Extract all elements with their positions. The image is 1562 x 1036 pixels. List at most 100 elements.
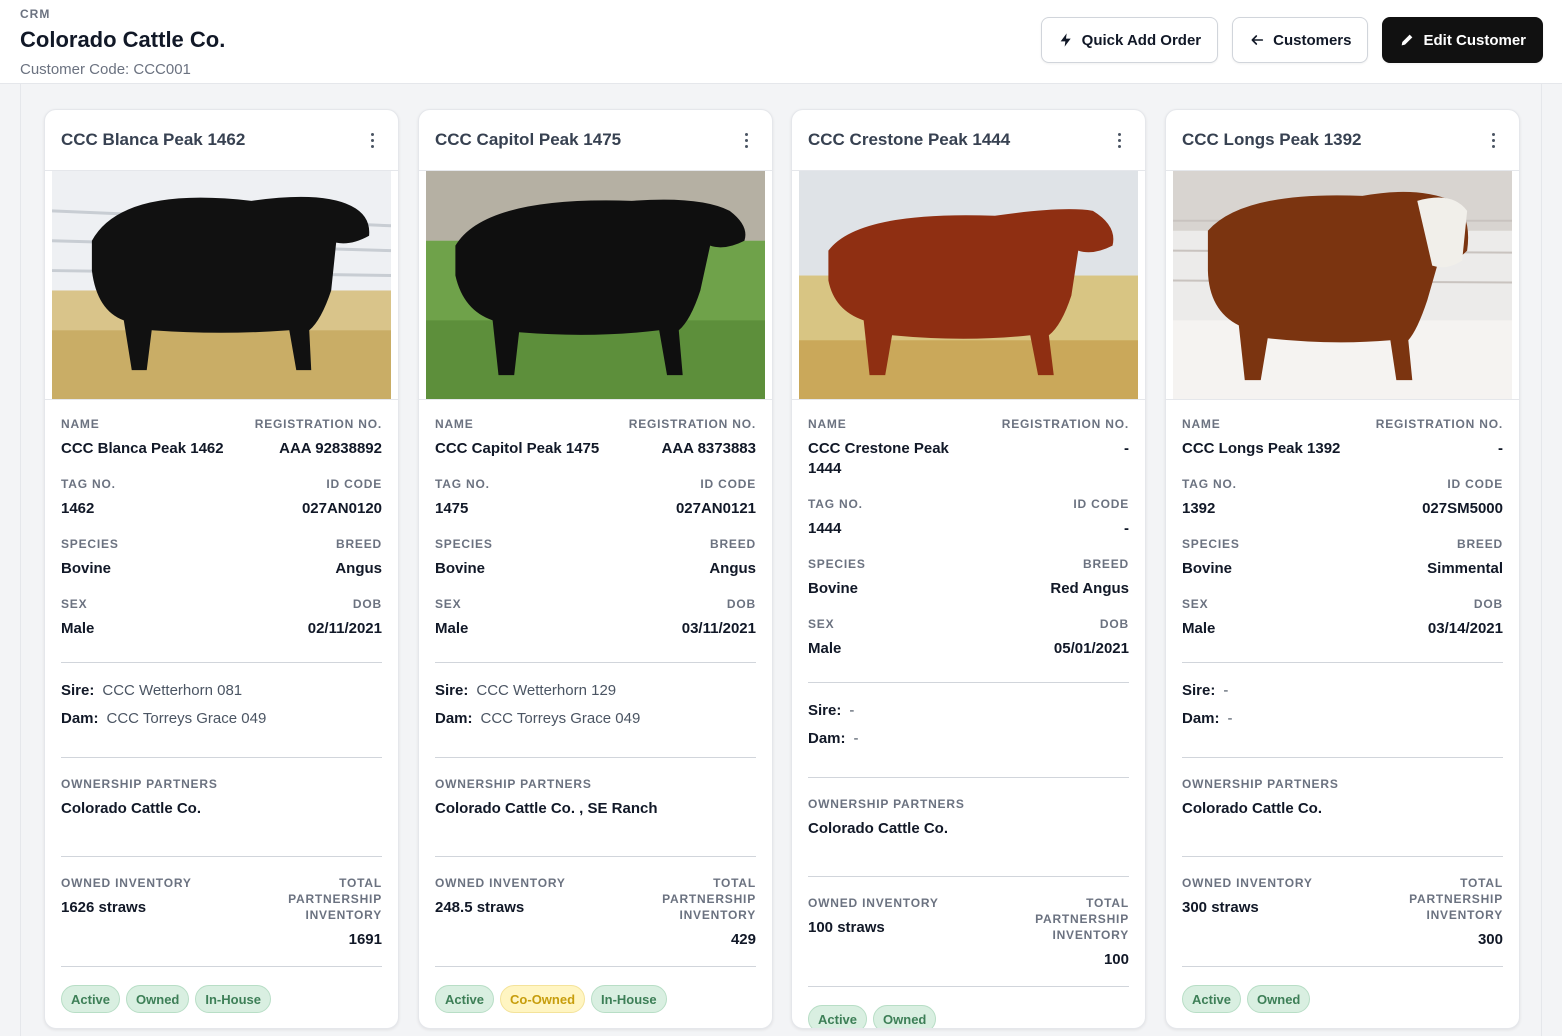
card-title[interactable]: CCC Longs Peak 1392 <box>1182 130 1362 150</box>
sire-line: Sire: - <box>808 701 1129 721</box>
tag-value: 1475 <box>435 500 469 517</box>
tag-label: TAG NO. <box>61 477 116 491</box>
card-header: CCC Longs Peak 1392 <box>1166 110 1519 171</box>
dam-value: - <box>853 730 859 747</box>
id-code-value: 027SM5000 <box>1422 500 1503 517</box>
breed-value: Simmental <box>1427 560 1503 577</box>
registration-label: REGISTRATION NO. <box>628 417 756 431</box>
sex-value: Male <box>1182 620 1216 637</box>
customers-label: Customers <box>1273 31 1352 49</box>
status-tags: Active Co-Owned In-House <box>435 967 756 1028</box>
quick-add-order-button[interactable]: Quick Add Order <box>1040 17 1219 63</box>
bull-photo <box>792 171 1145 400</box>
id-code-value: 027AN0121 <box>675 500 756 517</box>
card-header: CCC Capitol Peak 1475 <box>419 110 772 171</box>
owned-inventory-value: 300 straws <box>1182 899 1259 916</box>
customer-code: Customer Code: CCC001 <box>20 61 191 78</box>
id-code-value: 027AN0120 <box>301 500 382 517</box>
pencil-icon <box>1402 34 1413 46</box>
dob-label: DOB <box>352 597 382 611</box>
species-value: Bovine <box>808 580 859 597</box>
tag-value: 1462 <box>61 500 95 517</box>
id-code-label: ID CODE <box>700 477 756 491</box>
dam-line: Dam: - <box>808 729 1129 749</box>
breed-value: Angus <box>335 560 382 577</box>
status-badge: Active <box>808 1005 868 1028</box>
status-badge: In-House <box>591 985 667 1013</box>
owned-inventory-label: OWNED INVENTORY <box>808 896 939 910</box>
customers-button[interactable]: Customers <box>1232 17 1369 63</box>
owners-value: Colorado Cattle Co. <box>1182 800 1323 817</box>
status-badge: Owned <box>126 985 190 1013</box>
species-label: SPECIES <box>435 537 493 551</box>
total-inventory-label: TOTAL PARTNERSHIP INVENTORY <box>288 876 382 922</box>
dob-label: DOB <box>726 597 756 611</box>
sex-label: SEX <box>1182 597 1209 611</box>
species-label: SPECIES <box>1182 537 1240 551</box>
kebab-menu-icon[interactable] <box>362 130 382 150</box>
species-value: Bovine <box>435 560 486 577</box>
bull-photo <box>419 171 772 400</box>
card-title[interactable]: CCC Blanca Peak 1462 <box>61 130 245 150</box>
total-inventory-value: 100 <box>1103 951 1129 968</box>
status-tags: Active Owned In-House <box>61 967 382 1028</box>
name-value: CCC Capitol Peak 1475 <box>435 440 600 457</box>
dob-value: 03/11/2021 <box>681 620 756 637</box>
kebab-menu-icon[interactable] <box>1483 130 1503 150</box>
sire-label: Sire: <box>61 682 95 699</box>
registration-label: REGISTRATION NO. <box>1375 417 1503 431</box>
breadcrumb[interactable]: CRM <box>20 7 50 21</box>
status-badge: Co-Owned <box>500 985 586 1013</box>
name-label: NAME <box>808 417 847 431</box>
header-actions: Quick Add Order Customers Edit Customer <box>1040 17 1543 63</box>
dam-line: Dam: CCC Torreys Grace 049 <box>61 709 382 729</box>
owners-label: OWNERSHIP PARTNERS <box>808 797 965 811</box>
status-tags: Active Owned <box>1182 967 1503 1028</box>
owned-inventory-label: OWNED INVENTORY <box>435 876 566 890</box>
card-title[interactable]: CCC Crestone Peak 1444 <box>808 130 1010 150</box>
name-value: CCC Blanca Peak 1462 <box>61 440 224 457</box>
status-badge: Owned <box>1247 985 1311 1013</box>
dam-line: Dam: - <box>1182 709 1503 729</box>
edit-customer-button[interactable]: Edit Customer <box>1382 17 1543 63</box>
sex-value: Male <box>435 620 469 637</box>
registration-value: - <box>1124 440 1129 457</box>
dam-value: CCC Torreys Grace 049 <box>480 710 641 727</box>
status-badge: Active <box>1182 985 1242 1013</box>
dob-value: 03/14/2021 <box>1427 620 1503 637</box>
dob-label: DOB <box>1473 597 1503 611</box>
card-title[interactable]: CCC Capitol Peak 1475 <box>435 130 621 150</box>
page-header: CRM Colorado Cattle Co. Customer Code: C… <box>0 0 1562 84</box>
owners-label: OWNERSHIP PARTNERS <box>61 777 218 791</box>
bull-photo <box>45 171 398 400</box>
arrow-left-icon <box>1251 35 1264 45</box>
owned-inventory-value: 248.5 straws <box>435 899 525 916</box>
kebab-menu-icon[interactable] <box>736 130 756 150</box>
page-title: Colorado Cattle Co. <box>20 27 226 52</box>
registration-value: AAA 92838892 <box>279 440 382 457</box>
total-inventory-label: TOTAL PARTNERSHIP INVENTORY <box>1409 876 1503 922</box>
owned-inventory-value: 1626 straws <box>61 899 147 916</box>
status-badge: Owned <box>873 1005 937 1028</box>
card-header: CCC Crestone Peak 1444 <box>792 110 1145 171</box>
total-inventory-value: 1691 <box>348 931 382 948</box>
sire-value: CCC Wetterhorn 129 <box>476 682 617 699</box>
sex-label: SEX <box>61 597 88 611</box>
registration-label: REGISTRATION NO. <box>254 417 382 431</box>
owners-value: Colorado Cattle Co. , SE Ranch <box>435 800 658 817</box>
id-code-label: ID CODE <box>1447 477 1503 491</box>
breed-value: Red Angus <box>1050 580 1129 597</box>
sire-value: CCC Wetterhorn 081 <box>102 682 243 699</box>
kebab-menu-icon[interactable] <box>1109 130 1129 150</box>
name-label: NAME <box>1182 417 1221 431</box>
name-value: CCC Longs Peak 1392 <box>1182 440 1341 457</box>
breed-label: BREED <box>1082 557 1129 571</box>
id-code-label: ID CODE <box>326 477 382 491</box>
total-inventory-value: 300 <box>1477 931 1503 948</box>
tag-value: 1392 <box>1182 500 1216 517</box>
card-header: CCC Blanca Peak 1462 <box>45 110 398 171</box>
sire-label: Sire: <box>435 682 469 699</box>
dam-value: - <box>1227 710 1233 727</box>
dam-label: Dam: <box>1182 710 1220 727</box>
id-code-value: - <box>1124 520 1129 537</box>
